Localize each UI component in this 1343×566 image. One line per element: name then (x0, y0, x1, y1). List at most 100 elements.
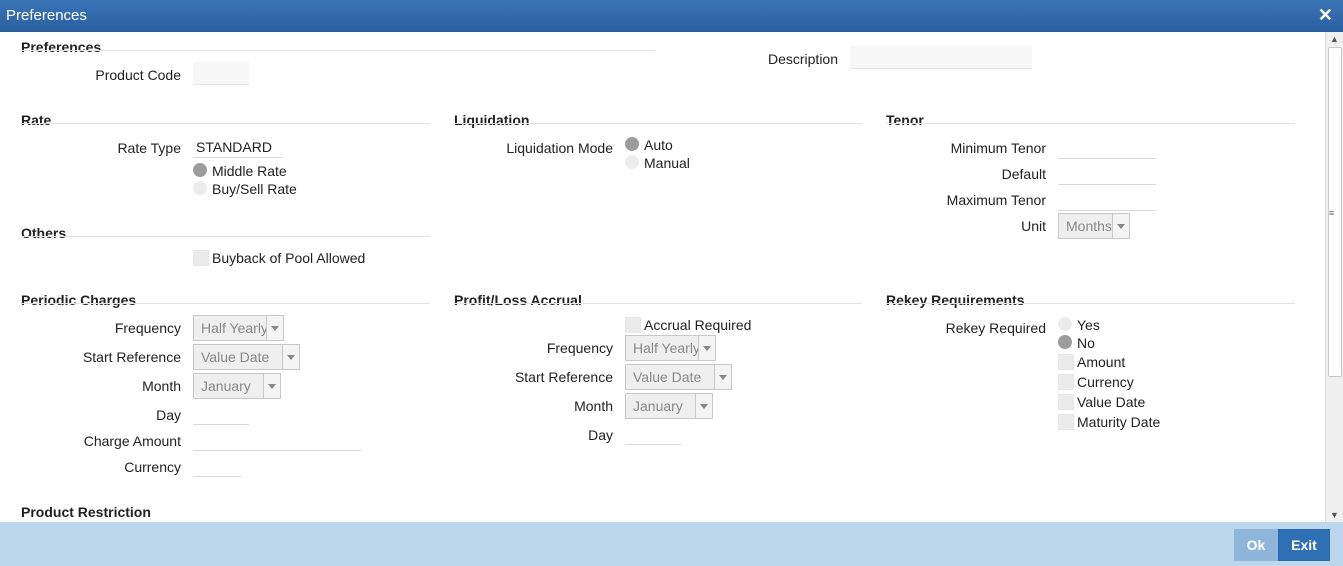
divider (886, 303, 1295, 304)
middle-rate-radio[interactable] (193, 163, 207, 177)
ok-button[interactable]: Ok (1234, 529, 1278, 561)
close-icon[interactable]: ✕ (1318, 5, 1333, 26)
pc-frequency-value: Half Yearly (201, 320, 268, 336)
manual-label: Manual (644, 155, 690, 171)
accrual-required-label: Accrual Required (644, 317, 752, 333)
rekey-yes-radio[interactable] (1058, 317, 1072, 331)
default-tenor-label: Default (1001, 166, 1046, 182)
section-heading-product-restriction: Product Restriction (21, 504, 151, 520)
buy-sell-rate-radio[interactable] (193, 181, 207, 195)
scroll-up-icon[interactable]: ▲ (1330, 34, 1339, 44)
unit-select[interactable]: Months (1058, 213, 1130, 239)
auto-radio[interactable] (625, 137, 639, 151)
section-heading-rate: Rate (21, 112, 52, 128)
chevron-down-icon[interactable] (698, 336, 715, 360)
section-heading-rekey: Rekey Requirements (886, 292, 1025, 308)
maximum-tenor-field[interactable] (1058, 188, 1156, 211)
chevron-down-icon[interactable] (714, 365, 731, 389)
divider (454, 303, 862, 304)
pla-frequency-label: Frequency (546, 340, 613, 356)
section-heading-others: Others (21, 225, 67, 241)
chevron-down-icon[interactable] (1112, 214, 1129, 238)
vertical-scrollbar[interactable]: ▲ ≡ ▼ (1325, 32, 1343, 522)
rekey-amount-label: Amount (1077, 354, 1126, 370)
pla-frequency-select[interactable]: Half Yearly (625, 335, 716, 361)
auto-label: Auto (644, 137, 673, 153)
exit-button[interactable]: Exit (1278, 529, 1330, 561)
rekey-value-date-label: Value Date (1077, 394, 1146, 410)
rekey-no-radio[interactable] (1058, 335, 1072, 349)
pc-month-select[interactable]: January (193, 373, 281, 399)
window-title: Preferences (6, 7, 87, 24)
pla-day-label: Day (588, 427, 613, 443)
rekey-currency-checkbox[interactable] (1058, 374, 1074, 390)
pc-currency-field[interactable] (193, 454, 241, 477)
title-bar: Preferences ✕ (0, 0, 1343, 32)
divider (21, 50, 655, 51)
grip-icon: ≡ (1329, 208, 1335, 218)
rekey-maturity-date-label: Maturity Date (1077, 414, 1161, 430)
divider (886, 123, 1295, 124)
rekey-amount-checkbox[interactable] (1058, 354, 1074, 370)
pc-frequency-label: Frequency (114, 320, 181, 336)
pc-start-reference-select[interactable]: Value Date (193, 344, 300, 370)
pc-month-label: Month (142, 378, 181, 394)
maximum-tenor-label: Maximum Tenor (946, 192, 1046, 208)
rekey-maturity-date-checkbox[interactable] (1058, 414, 1074, 430)
manual-radio[interactable] (625, 155, 639, 169)
product-code-field[interactable] (193, 62, 249, 85)
chevron-down-icon[interactable] (266, 316, 283, 340)
rekey-value-date-checkbox[interactable] (1058, 394, 1074, 410)
pla-start-reference-label: Start Reference (514, 369, 613, 385)
preferences-form: Preferences Product Code Description Rat… (0, 32, 1325, 522)
buyback-label: Buyback of Pool Allowed (212, 250, 366, 266)
charge-amount-field[interactable] (193, 428, 361, 451)
pla-month-label: Month (574, 398, 613, 414)
divider (454, 123, 862, 124)
chevron-down-icon[interactable] (282, 345, 299, 369)
product-code-label: Product Code (95, 67, 181, 83)
minimum-tenor-field[interactable] (1058, 136, 1156, 159)
pc-month-value: January (201, 378, 251, 394)
pc-day-field[interactable] (193, 402, 249, 425)
pla-day-field[interactable] (625, 422, 681, 445)
pla-month-select[interactable]: January (625, 393, 713, 419)
pla-frequency-value: Half Yearly (633, 340, 700, 356)
buy-sell-rate-label: Buy/Sell Rate (212, 181, 297, 197)
minimum-tenor-label: Minimum Tenor (950, 140, 1046, 156)
pla-month-value: January (633, 398, 683, 414)
section-heading-liquidation: Liquidation (454, 112, 530, 128)
accrual-required-checkbox[interactable] (625, 317, 641, 333)
footer-bar: Ok Exit (0, 522, 1343, 566)
pla-start-reference-select[interactable]: Value Date (625, 364, 732, 390)
rate-type-value: STANDARD (196, 139, 272, 155)
rekey-no-label: No (1077, 335, 1095, 351)
description-field[interactable] (850, 46, 1032, 69)
unit-label: Unit (1021, 218, 1046, 234)
pc-currency-label: Currency (124, 459, 181, 475)
rate-type-field[interactable]: STANDARD (193, 137, 283, 158)
pc-day-label: Day (156, 407, 181, 423)
section-heading-periodic-charges: Periodic Charges (21, 292, 137, 308)
unit-value: Months (1066, 218, 1112, 234)
liquidation-mode-label: Liquidation Mode (506, 140, 613, 156)
chevron-down-icon[interactable] (263, 374, 280, 398)
buyback-checkbox[interactable] (193, 250, 209, 266)
charge-amount-label: Charge Amount (83, 433, 181, 449)
description-label: Description (767, 51, 838, 67)
rekey-required-label: Rekey Required (945, 320, 1046, 336)
divider (21, 123, 430, 124)
divider (21, 236, 430, 237)
scroll-down-icon[interactable]: ▼ (1330, 510, 1339, 520)
pla-start-reference-value: Value Date (633, 369, 702, 385)
section-heading-preferences: Preferences (21, 39, 102, 55)
pc-frequency-select[interactable]: Half Yearly (193, 315, 284, 341)
pc-start-reference-value: Value Date (201, 349, 270, 365)
rekey-yes-label: Yes (1077, 317, 1100, 333)
rekey-currency-label: Currency (1077, 374, 1134, 390)
chevron-down-icon[interactable] (695, 394, 712, 418)
default-tenor-field[interactable] (1058, 162, 1156, 185)
pc-start-reference-label: Start Reference (82, 349, 181, 365)
middle-rate-label: Middle Rate (212, 163, 287, 179)
rate-type-label: Rate Type (117, 140, 181, 156)
